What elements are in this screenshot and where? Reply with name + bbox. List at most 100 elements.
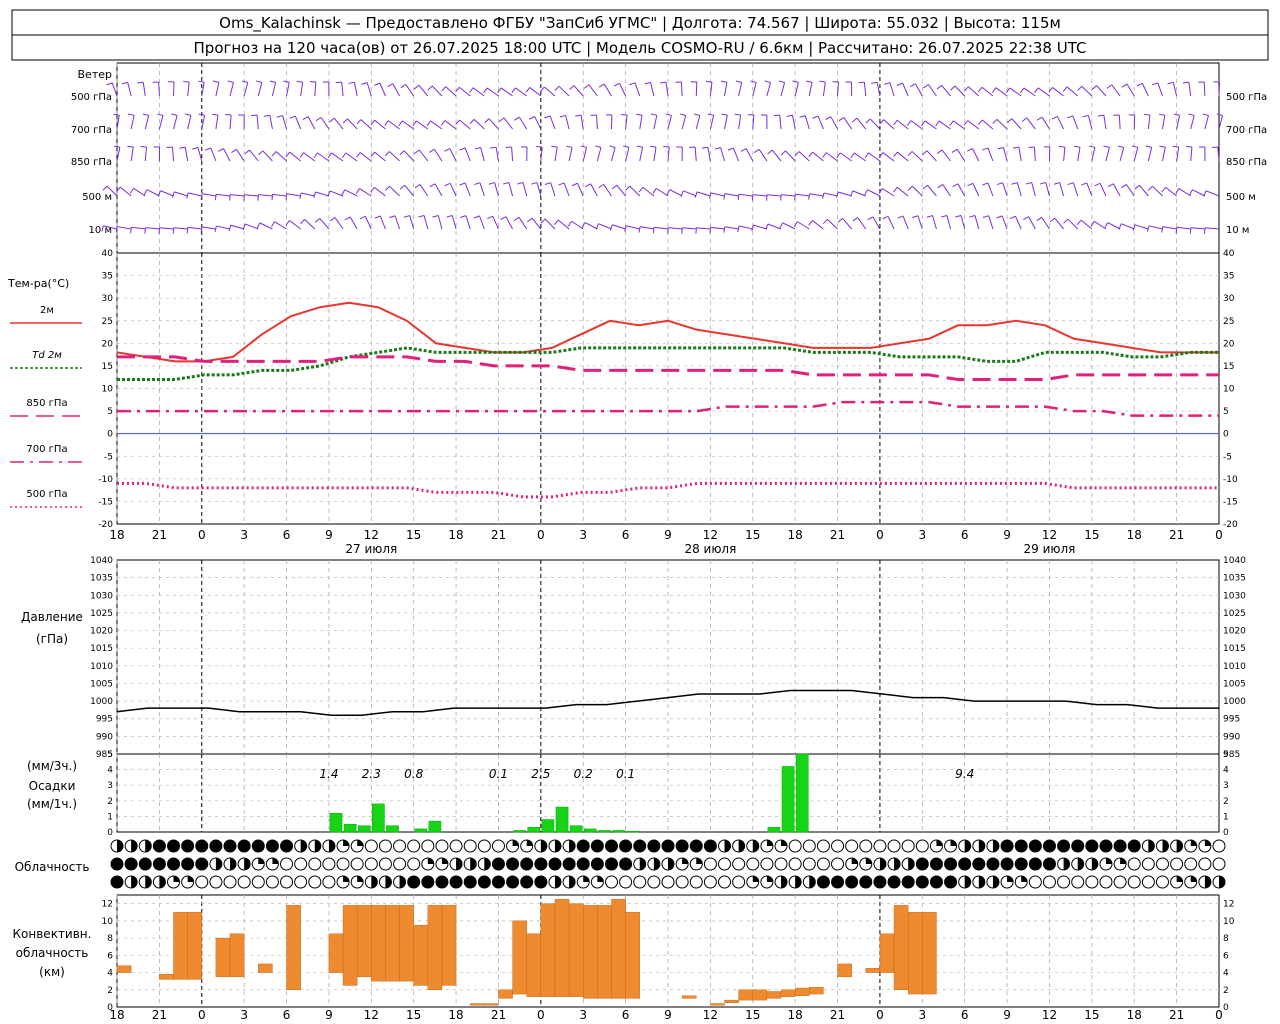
- wind-barb: [515, 87, 528, 97]
- cloud-fill-quarter: [1105, 858, 1112, 864]
- wind-barb: [1152, 185, 1163, 197]
- cloud-symbol: [167, 857, 181, 871]
- wind-barb: [464, 147, 471, 162]
- cloud-fill-full: [1043, 840, 1056, 852]
- wind-barb-flag: [299, 152, 305, 158]
- cloud-circle: [1127, 857, 1141, 871]
- header-line1: Oms_Kalachinsk — Предоставлено ФГБУ "Зап…: [219, 14, 1061, 33]
- wind-barb-flag: [667, 227, 669, 234]
- wind-barb-flag: [598, 83, 605, 88]
- wind-barb: [625, 147, 630, 162]
- wind-barb: [694, 147, 697, 162]
- cloud-symbol: [449, 839, 463, 853]
- cloud-fill-full: [181, 858, 194, 870]
- wind-barb: [1086, 182, 1093, 197]
- wind-barb: [505, 216, 514, 230]
- cloud-fill-half: [131, 840, 138, 852]
- conv-bar: [484, 1003, 499, 1006]
- wind-barb: [852, 190, 866, 197]
- wind-barb-flag: [819, 80, 826, 83]
- cloud-fill-full: [619, 858, 632, 870]
- wind-barb: [215, 115, 219, 130]
- cloud-circle: [831, 839, 845, 853]
- cloud-symbol: [294, 839, 308, 853]
- cloud-circle: [449, 839, 463, 853]
- wind-barb-flag: [484, 118, 490, 124]
- wind-barb-flag: [1161, 226, 1164, 233]
- cloud-fill-full: [111, 876, 123, 888]
- wind-barb: [307, 116, 316, 130]
- wind-barb: [544, 218, 556, 230]
- cloud-symbol: [336, 839, 350, 853]
- conv-bar: [385, 905, 400, 982]
- wind-barb-flag: [969, 215, 976, 218]
- wind-barb-flag: [977, 86, 983, 93]
- x-tick-label: 6: [622, 528, 630, 542]
- cloud-circle: [209, 875, 223, 889]
- conv-bar: [893, 905, 909, 990]
- wind-barb-flag: [910, 83, 916, 88]
- conv-bar: [159, 974, 174, 980]
- wind-barb-flag: [624, 225, 627, 232]
- wind-level-label: 850 гПа: [71, 157, 112, 168]
- cloud-symbol: [887, 857, 901, 871]
- wind-barb-flag: [625, 185, 631, 191]
- cloud-circle: [760, 857, 774, 871]
- cloud-symbol: [124, 839, 138, 853]
- conv-bar: [710, 1003, 725, 1006]
- wind-barb: [680, 81, 683, 97]
- wind-barb-flag: [1189, 189, 1193, 196]
- cloud-symbol: [223, 839, 237, 853]
- conv-x-tick-label: 18: [109, 1008, 124, 1022]
- wind-barb: [173, 115, 178, 130]
- conv-bar: [427, 905, 443, 990]
- cloud-fill-half: [484, 858, 491, 870]
- cloud-fill-half: [809, 876, 816, 888]
- cloud-circle: [421, 839, 435, 853]
- cloud-symbol: [1028, 857, 1042, 871]
- wind-barb-flag: [473, 215, 480, 219]
- wind-barb-flag: [370, 187, 375, 193]
- wind-barb-flag: [544, 115, 551, 119]
- legend-label: 2м: [40, 305, 54, 316]
- wind-barb: [568, 147, 573, 162]
- wind-barb: [359, 188, 372, 197]
- x-tick-label: 9: [325, 528, 333, 542]
- conv-x-tick-label: 12: [364, 1008, 379, 1022]
- cloud-circle: [477, 839, 491, 853]
- cloud-fill-full: [111, 858, 123, 870]
- cloud-symbol: [689, 875, 703, 889]
- cloud-symbol: [562, 857, 576, 871]
- precip-bar: [626, 830, 639, 833]
- conv-ytick-left: 2: [107, 986, 113, 996]
- wind-level-label-right: 700 гПа: [1226, 125, 1267, 136]
- wind-barb-flag: [488, 182, 495, 185]
- wind-barb-flag: [198, 80, 205, 83]
- wind-barb-flag: [952, 183, 959, 188]
- cloud-fill-half: [230, 858, 237, 870]
- wind-barb: [626, 225, 640, 230]
- wind-barb-flag: [283, 80, 290, 83]
- wind-barb-flag: [314, 218, 321, 223]
- wind-barb: [927, 184, 937, 197]
- cloud-circle: [1212, 839, 1226, 853]
- precip-ytick-left: 3: [107, 781, 113, 791]
- conv-x-tick-label: 12: [1042, 1008, 1057, 1022]
- cloud-symbol: [647, 875, 661, 889]
- wind-barb-flag: [399, 184, 405, 190]
- cloud-circle: [647, 875, 661, 889]
- wind-barb-flag: [271, 151, 277, 157]
- pressure-ytick-left: 1000: [90, 697, 113, 707]
- wind-barb: [394, 215, 401, 230]
- wind-barb-flag: [893, 186, 898, 193]
- cloud-symbol: [364, 839, 378, 853]
- wind-barb: [133, 187, 146, 197]
- wind-barb: [1218, 81, 1221, 97]
- wind-barb-flag: [609, 145, 616, 148]
- cloud-fill-quarter: [512, 840, 519, 846]
- wind-barb: [1016, 182, 1022, 197]
- wind-barb: [1023, 87, 1036, 97]
- wind-barb-flag: [525, 87, 531, 93]
- wind-barb: [926, 150, 937, 162]
- wind-barb-flag: [384, 151, 390, 157]
